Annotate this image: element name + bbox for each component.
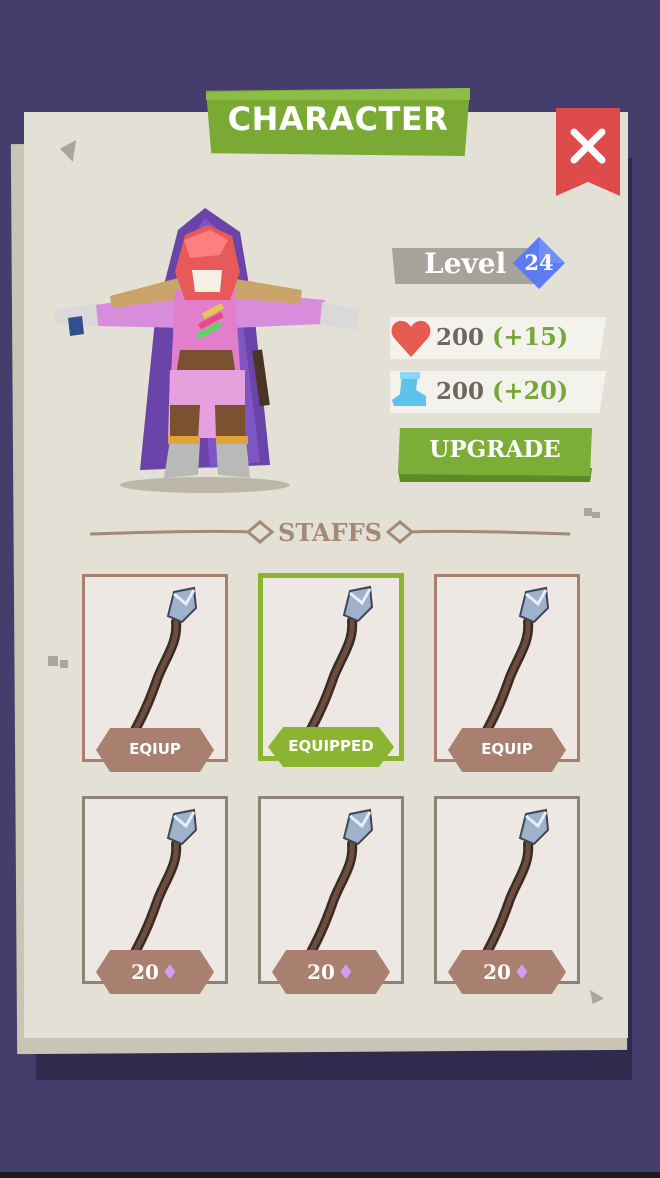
equip-button[interactable]: EQIUP — [96, 740, 214, 758]
upgrade-button[interactable]: UPGRADE — [398, 428, 592, 484]
equipped-label: EQUIPPED — [288, 737, 374, 755]
gem-icon: ♦ — [160, 960, 179, 984]
staff-card-locked[interactable]: 20 ♦ — [434, 796, 580, 994]
staff-icon — [481, 586, 550, 737]
buy-button[interactable]: 20 ♦ — [448, 960, 566, 984]
staff-icon — [129, 808, 198, 959]
buy-button[interactable]: 20 ♦ — [96, 960, 214, 984]
health-bonus: (+15) — [492, 322, 569, 351]
speed-bonus: (+20) — [492, 376, 569, 405]
staff-card-locked[interactable]: 20 ♦ — [258, 796, 404, 994]
price-value: 20 — [307, 960, 335, 984]
system-bar — [0, 1172, 660, 1178]
staff-icon — [305, 585, 374, 736]
price-value: 20 — [131, 960, 159, 984]
boot-icon — [392, 372, 426, 406]
staff-card[interactable]: EQUIP — [434, 574, 580, 772]
upgrade-button-label: UPGRADE — [429, 436, 561, 463]
section-title: STAFFS — [278, 518, 382, 547]
decor-chip — [592, 512, 600, 518]
speed-value: 200 — [436, 378, 485, 405]
level-value: 24 — [524, 250, 554, 275]
gem-icon: ♦ — [336, 960, 355, 984]
equip-button[interactable]: EQUIP — [448, 740, 566, 758]
gem-icon: ♦ — [512, 960, 531, 984]
staff-icon — [129, 586, 198, 737]
price-value: 20 — [483, 960, 511, 984]
health-value: 200 — [436, 324, 485, 351]
staff-card-locked[interactable]: 20 ♦ — [82, 796, 228, 994]
close-icon — [570, 128, 606, 164]
staff-icon — [481, 808, 550, 959]
decor-chip — [60, 660, 68, 668]
staff-card-equipped[interactable]: EQUIPPED — [258, 573, 404, 767]
level-label: Level — [424, 247, 507, 280]
staff-icon — [305, 808, 374, 959]
decor-chip — [584, 508, 592, 516]
character-avatar — [54, 208, 360, 493]
page-title: CHARACTER — [227, 100, 449, 138]
heart-icon — [391, 320, 431, 357]
decor-chip — [48, 656, 58, 666]
staff-card[interactable]: EQIUP — [82, 574, 228, 772]
buy-button[interactable]: 20 ♦ — [272, 960, 390, 984]
